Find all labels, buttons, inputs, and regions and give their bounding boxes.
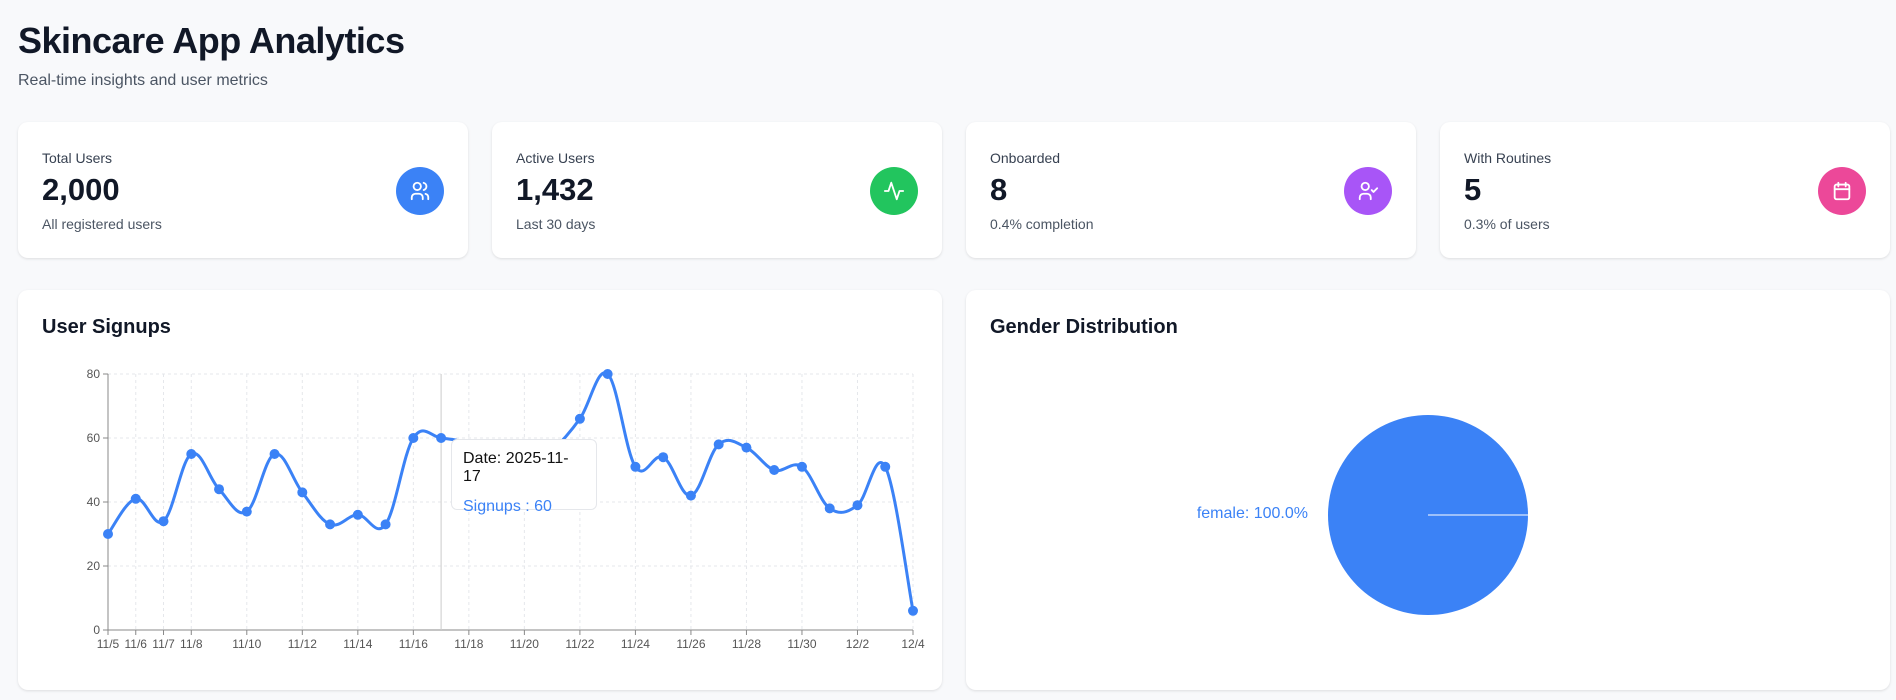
stat-value: 5: [1464, 172, 1482, 207]
gender-pie-chart[interactable]: [1318, 405, 1538, 625]
data-point-11/8: [186, 449, 197, 459]
y-tick-label: 60: [87, 431, 101, 445]
data-point-11/23: [602, 369, 613, 379]
data-point-12/3: [880, 461, 891, 472]
data-point-12/1: [824, 503, 835, 514]
data-point-11/14: [352, 509, 363, 520]
data-point-11/28: [741, 442, 752, 453]
stat-card-onboarded: Onboarded 8 0.4% completion: [966, 122, 1416, 258]
x-tick-label: 11/6: [125, 637, 148, 651]
x-tick-label: 11/16: [399, 637, 428, 651]
stat-value: 8: [990, 172, 1008, 207]
y-tick-label: 0: [93, 623, 100, 637]
user-check-icon: [1344, 167, 1392, 215]
data-point-11/29: [769, 465, 780, 475]
data-point-11/11: [269, 449, 280, 459]
data-point-11/26: [685, 490, 696, 501]
x-tick-label: 11/18: [454, 637, 483, 651]
signups-line-chart[interactable]: 0 20 40 60 80 11/5 11/6 11/7 11/8 11/10 11/12 11/14…: [0, 0, 960, 700]
data-point-11/5: [103, 529, 113, 539]
x-tick-label: 11/14: [343, 637, 372, 651]
data-point-11/27: [713, 439, 724, 450]
x-tick-label: 11/8: [180, 637, 203, 651]
y-tick-label: 20: [87, 559, 101, 573]
x-tick-label: 11/24: [621, 637, 650, 651]
tooltip-date: Date: 2025-11-17: [463, 450, 569, 485]
stat-sub: 0.3% of users: [1464, 216, 1550, 232]
data-point-11/22: [574, 413, 585, 424]
data-point-11/25: [658, 452, 669, 463]
data-point-11/13: [325, 519, 336, 530]
data-point-11/30: [796, 461, 807, 472]
chart-tooltip: Date: 2025-11-17 Signups : 60: [451, 439, 597, 515]
data-point-11/9: [214, 484, 225, 495]
data-point-11/24: [630, 461, 641, 472]
calendar-icon: [1818, 167, 1866, 215]
x-tick-label: 12/2: [846, 637, 870, 651]
x-tick-label: 12/4: [901, 637, 925, 651]
data-point-11/17: [436, 433, 447, 443]
data-point-11/10: [241, 506, 252, 517]
x-tick-label: 11/20: [510, 637, 539, 651]
stat-card-with-routines: With Routines 5 0.3% of users: [1440, 122, 1890, 258]
x-tick-label: 11/22: [565, 637, 594, 651]
stat-label: Onboarded: [990, 150, 1061, 166]
data-point-12/2: [852, 500, 863, 511]
x-tick-label: 11/30: [787, 637, 816, 651]
data-point-11/7: [158, 516, 169, 527]
x-tick-label: 11/28: [732, 637, 761, 651]
gender-title: Gender Distribution: [990, 316, 1178, 338]
x-tick-label: 11/10: [232, 637, 261, 651]
x-tick-label: 11/7: [152, 637, 175, 651]
pie-label-female: female: 100.0%: [1196, 505, 1308, 522]
tooltip-value: Signups : 60: [463, 498, 552, 515]
data-point-11/15: [380, 519, 391, 530]
data-point-12/4: [908, 605, 918, 616]
stat-sub: 0.4% completion: [990, 216, 1094, 232]
x-tick-label: 11/26: [676, 637, 705, 651]
data-point-11/6: [130, 493, 141, 504]
stat-label: With Routines: [1464, 150, 1552, 166]
x-tick-label: 11/5: [97, 637, 120, 651]
y-tick-label: 40: [87, 495, 101, 509]
x-tick-label: 11/12: [288, 637, 317, 651]
y-tick-label: 80: [87, 367, 101, 381]
data-point-11/16: [408, 433, 419, 443]
data-point-11/12: [297, 487, 308, 498]
